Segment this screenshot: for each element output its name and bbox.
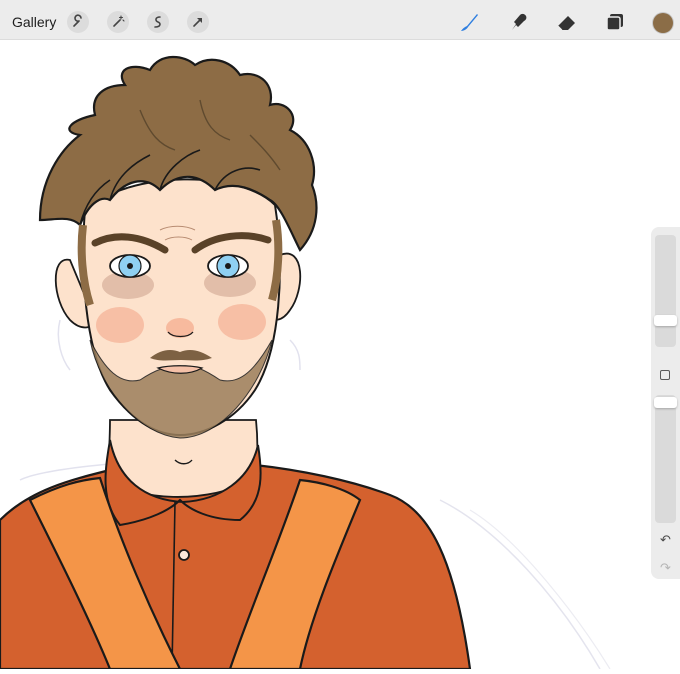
undo-arrow-icon[interactable]: ↶ xyxy=(651,531,680,549)
magic-wand-icon[interactable] xyxy=(107,11,129,33)
brush-icon[interactable] xyxy=(457,10,481,34)
gallery-button[interactable]: Gallery xyxy=(12,14,56,30)
layers-icon[interactable] xyxy=(603,10,627,34)
opacity-slider-thumb[interactable] xyxy=(654,397,677,409)
wrench-icon[interactable] xyxy=(67,11,89,33)
redo-arrow-icon[interactable]: ↷ xyxy=(651,559,680,577)
brush-size-slider[interactable] xyxy=(654,235,677,347)
top-toolbar: Gallery xyxy=(0,0,680,40)
artwork-bearded-man-portrait xyxy=(0,55,611,671)
eraser-icon[interactable] xyxy=(555,10,579,34)
selection-icon[interactable] xyxy=(147,11,169,33)
color-picker-button[interactable] xyxy=(653,13,673,33)
transform-arrow-icon[interactable] xyxy=(187,11,209,33)
side-toolbar: ↶ ↷ xyxy=(651,227,680,579)
smudge-icon[interactable] xyxy=(506,10,530,34)
opacity-slider[interactable] xyxy=(654,395,677,523)
modify-button[interactable] xyxy=(660,370,670,380)
brush-size-slider-thumb[interactable] xyxy=(654,314,677,326)
drawing-canvas[interactable] xyxy=(0,40,680,671)
